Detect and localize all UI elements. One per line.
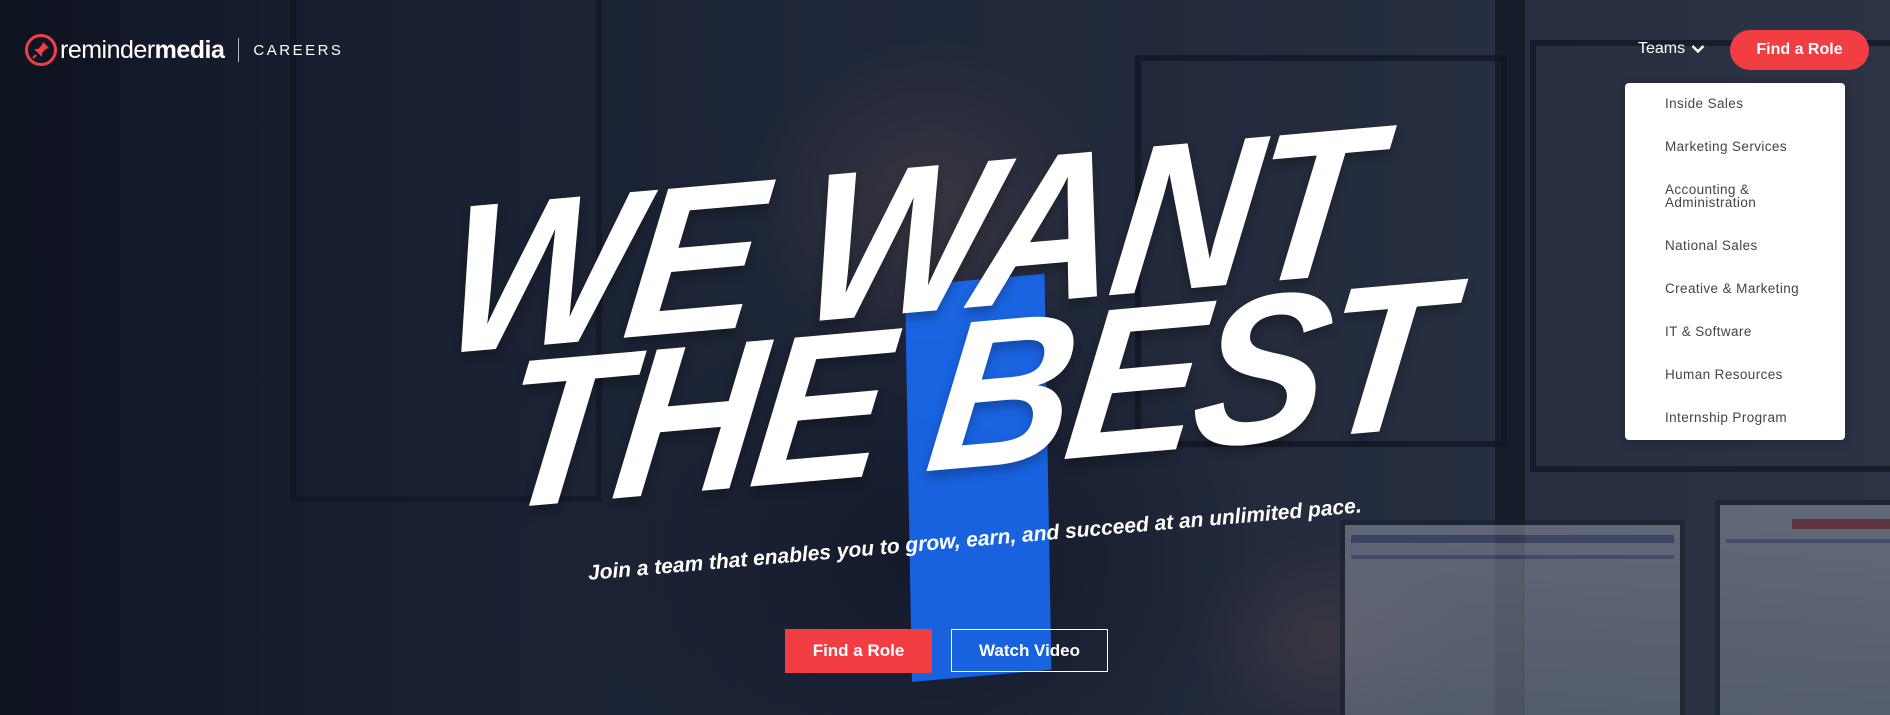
teams-label: Teams xyxy=(1638,40,1686,57)
logo-section-label: CAREERS xyxy=(253,41,344,59)
logo-wordmark: remindermedia xyxy=(60,35,225,64)
teams-menu-toggle[interactable]: Teams xyxy=(1638,40,1705,58)
pushpin-icon xyxy=(25,34,57,66)
menu-item-it-software[interactable]: IT & Software xyxy=(1665,325,1825,339)
hero-background-photo xyxy=(0,0,1890,715)
menu-item-internship-program[interactable]: Internship Program xyxy=(1665,411,1825,425)
menu-item-creative-marketing[interactable]: Creative & Marketing xyxy=(1665,282,1825,296)
site-logo[interactable]: remindermedia CAREERS xyxy=(25,34,343,66)
menu-item-accounting-line-2[interactable]: Administration xyxy=(1665,196,1825,210)
watch-video-button[interactable]: Watch Video xyxy=(951,629,1108,672)
teams-dropdown-menu: Inside Sales Marketing Services Accounti… xyxy=(1625,83,1845,440)
find-a-role-button[interactable]: Find a Role xyxy=(785,629,932,673)
top-navbar: remindermedia CAREERS Teams Find a Role xyxy=(0,0,1890,100)
chevron-down-icon xyxy=(1691,45,1705,54)
menu-item-human-resources[interactable]: Human Resources xyxy=(1665,368,1825,382)
menu-item-inside-sales[interactable]: Inside Sales xyxy=(1665,97,1825,111)
menu-item-marketing-services[interactable]: Marketing Services xyxy=(1665,140,1825,154)
menu-item-national-sales[interactable]: National Sales xyxy=(1665,239,1825,253)
logo-divider xyxy=(238,38,240,62)
nav-find-a-role-button[interactable]: Find a Role xyxy=(1730,30,1869,70)
